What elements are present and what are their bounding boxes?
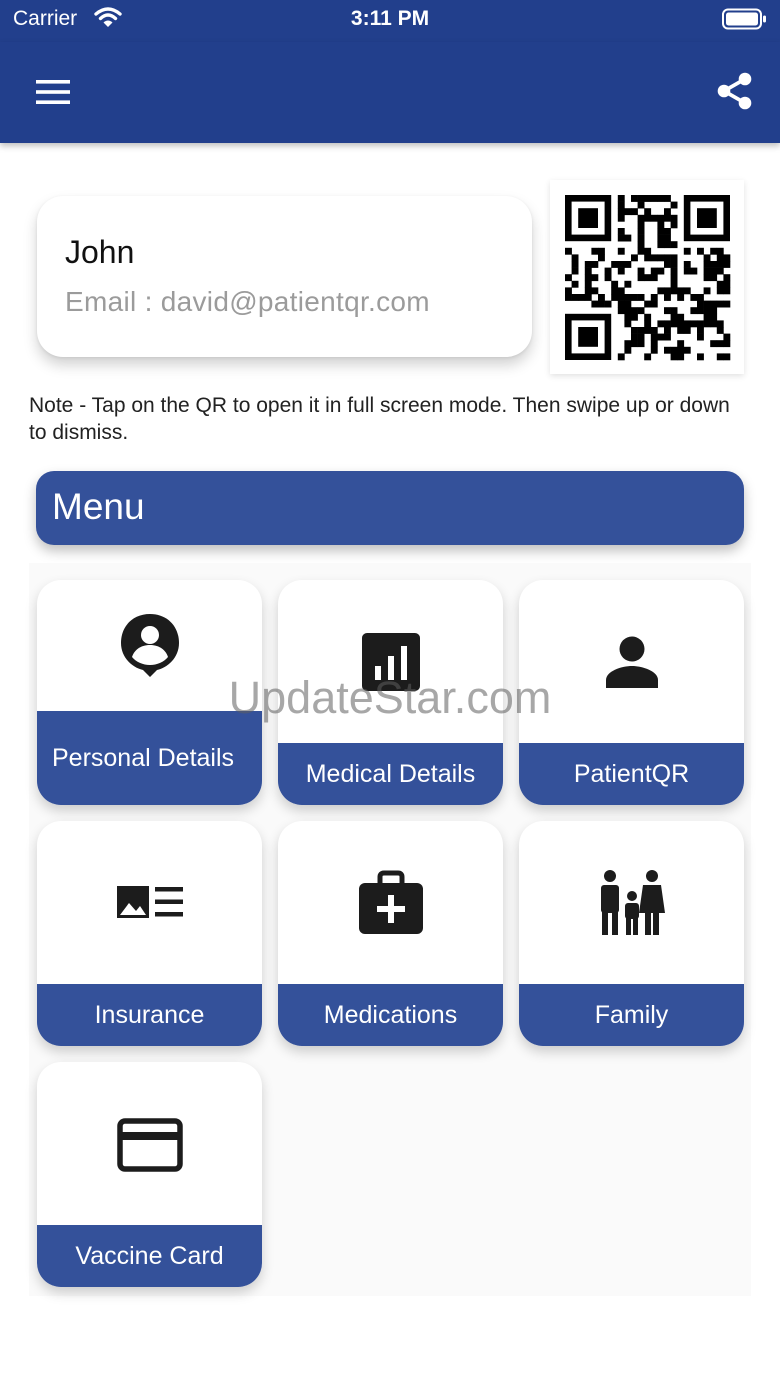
credit-card-icon [37, 1118, 262, 1172]
menu-tile-label: Personal Details [37, 711, 262, 805]
medical-bag-icon [278, 869, 503, 935]
menu-tile-label: Medications [278, 984, 503, 1046]
menu-tile-medications[interactable]: Medications [278, 821, 503, 1046]
share-icon[interactable] [714, 70, 756, 112]
person-pin-icon [37, 612, 262, 678]
menu-tile-vaccine-card[interactable]: Vaccine Card [37, 1062, 262, 1287]
qr-code[interactable] [550, 180, 744, 374]
qr-code-image [565, 195, 731, 361]
menu-header: Menu [36, 471, 744, 545]
menu-tile-label: Family [519, 984, 744, 1046]
chart-icon [278, 632, 503, 692]
person-icon [519, 636, 744, 688]
menu-title: Menu [52, 486, 145, 527]
hamburger-menu-icon[interactable] [33, 76, 73, 108]
profile-email: Email : david@patientqr.com [65, 286, 430, 317]
app-bar [0, 42, 780, 143]
menu-tile-label: Insurance [37, 984, 262, 1046]
family-icon [519, 869, 744, 935]
profile-name: John [65, 234, 135, 270]
menu-tile-patientqr[interactable]: PatientQR [519, 580, 744, 805]
menu-tile-label: Medical Details [278, 743, 503, 805]
menu-tile-personal-details[interactable]: Personal Details [37, 580, 262, 805]
profile-card: John Email : david@patientqr.com [37, 196, 532, 357]
clock: 3:11 PM [350, 7, 430, 30]
menu-tile-label: Vaccine Card [37, 1225, 262, 1287]
menu-tile-medical-details[interactable]: Medical Details [278, 580, 503, 805]
status-bar: Carrier 3:11 PM [0, 0, 780, 42]
qr-note: Note - Tap on the QR to open it in full … [29, 394, 730, 444]
id-card-icon [37, 885, 262, 919]
menu-tile-label: PatientQR [519, 743, 744, 805]
menu-tile-insurance[interactable]: Insurance [37, 821, 262, 1046]
menu-tile-family[interactable]: Family [519, 821, 744, 1046]
battery-icon [722, 8, 768, 35]
